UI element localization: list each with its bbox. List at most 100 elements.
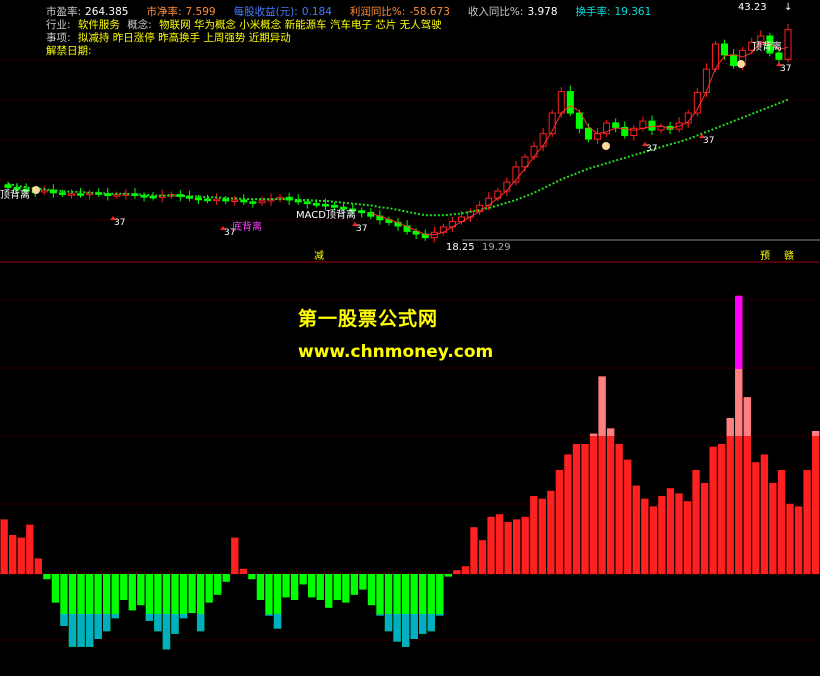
indicator-bar [461, 566, 470, 574]
balloon-icon [737, 60, 745, 68]
concept-value: 物联网 华为概念 小米概念 新能源车 汽车电子 芯片 无人驾驶 [159, 19, 442, 31]
candle-body [702, 68, 710, 93]
indicator-bar [179, 574, 188, 619]
candle-body [113, 194, 121, 197]
metric-label: 每股收益(元): [233, 6, 298, 18]
indicator-bar-shade [179, 614, 188, 619]
candle-body [249, 201, 257, 204]
candle-body [775, 52, 783, 60]
metric-label: 利润同比%: [349, 6, 406, 18]
indicator-bar [316, 574, 324, 600]
indicator-bar-shade [68, 614, 77, 647]
price-ref-label: 19.29 [482, 242, 511, 253]
signal-label: 37 [703, 136, 714, 146]
indicator-bar-shade [410, 614, 418, 639]
candle-body [494, 190, 502, 199]
indicator-bar [538, 498, 546, 574]
indicator-bar [692, 470, 700, 574]
metric-value: 19.361 [614, 6, 652, 18]
price-panel-grid [0, 59, 820, 221]
event-value: 拟减持 昨日涨停 昨高换手 上周强势 近期异动 [77, 32, 291, 44]
indicator-bar [205, 574, 213, 603]
indicator-bar [521, 516, 529, 574]
header-row-1: 市盈率: 264.385 市净率: 7.599 每股收益(元): 0.184 利润同比%: -… [46, 6, 669, 19]
indicator-bar [188, 574, 196, 613]
candle-body [231, 199, 239, 203]
indicator-bar-shade [376, 614, 384, 616]
candle-body [213, 198, 221, 202]
indicator-bar [615, 444, 623, 574]
candle-body [204, 198, 212, 202]
candle-body [358, 210, 366, 214]
divergence-label: 顶背离 [752, 40, 782, 53]
header-row-4: 解禁日期: [46, 45, 96, 58]
indicator-bar-highlight [811, 431, 820, 436]
indicator-bar [111, 574, 119, 619]
candle-body [13, 186, 21, 190]
indicator-bar [239, 568, 248, 574]
indicator-bar [803, 470, 811, 574]
indicator-bar-shade [154, 614, 162, 632]
candle-body [67, 193, 75, 196]
candle-body [340, 206, 348, 210]
indicator-bar [572, 444, 581, 574]
candle-body [612, 122, 620, 128]
indicator-bar [700, 483, 709, 574]
header-row-2: 行业: 软件服务 概念: 物联网 华为概念 小米概念 新能源车 汽车电子 芯片 … [46, 19, 446, 32]
indicator-bar [641, 498, 649, 574]
indicator-bar [17, 537, 25, 574]
candle-body [630, 127, 638, 136]
indicator-bar-shade [436, 614, 444, 616]
indicator-bar-shade [401, 614, 410, 647]
indicator-bar-highlight [606, 428, 615, 436]
balloon-icon [602, 142, 610, 150]
indicator-bar [513, 519, 521, 574]
indicator-bar [606, 428, 615, 574]
header-row-3: 事项: 拟减持 昨日涨停 昨高换手 上周强势 近期异动 [46, 32, 295, 45]
candle-body [321, 203, 329, 207]
indicator-bar [128, 574, 136, 611]
metric-label: 换手率: [575, 6, 611, 18]
indicator-bar [470, 527, 478, 574]
indicator-bar [811, 431, 820, 574]
industry-label: 行业: [46, 19, 71, 31]
indicator-bar [709, 446, 717, 574]
indicator-bar [760, 454, 769, 574]
indicator-bar [137, 574, 145, 606]
indicator-bar [120, 574, 128, 600]
indicator-bar-highlight [743, 397, 751, 436]
signal-label: 37 [356, 224, 367, 234]
indicator-bar [632, 485, 640, 574]
indicator-bar-shade [384, 614, 393, 632]
metric-value: -58.673 [409, 6, 450, 18]
indicator-bar [547, 490, 555, 574]
metric-value: 0.184 [301, 6, 332, 18]
macd-label: MACD顶背离 [296, 208, 356, 221]
divergence-label: 底背离 [232, 220, 262, 233]
indicator-bar [325, 574, 333, 608]
unlock-date-label: 解禁日期: [46, 45, 92, 57]
indicator-bar [359, 574, 367, 590]
indicator-bar [265, 574, 273, 616]
ma-path [7, 98, 789, 217]
metric-value: 264.385 [85, 6, 129, 18]
metric-label: 收入同比%: [467, 6, 524, 18]
indicator-bar [649, 506, 658, 574]
indicator-bar [453, 570, 461, 574]
stock-chart: 顶背离3737 37373737底背离MACD顶背离43.23 ↓顶背离18.25 1… [0, 2, 820, 650]
price-high-label: 43.23 [738, 2, 767, 13]
candle-body [240, 199, 248, 203]
indicator-bar-highlight [726, 418, 734, 436]
pre-tag: 预 [760, 250, 770, 262]
candle-body [149, 195, 157, 199]
candle-body [4, 184, 12, 188]
candle-body [730, 54, 738, 67]
indicator-bar [769, 483, 777, 574]
indicator-bar [495, 514, 504, 574]
indicator-bar [487, 516, 495, 574]
candle-body [303, 201, 311, 205]
indicator-bar [683, 501, 692, 574]
metric-label: 市盈率: [46, 6, 82, 18]
indicator-bar-shade [60, 614, 68, 626]
indicator-bar [444, 574, 453, 577]
